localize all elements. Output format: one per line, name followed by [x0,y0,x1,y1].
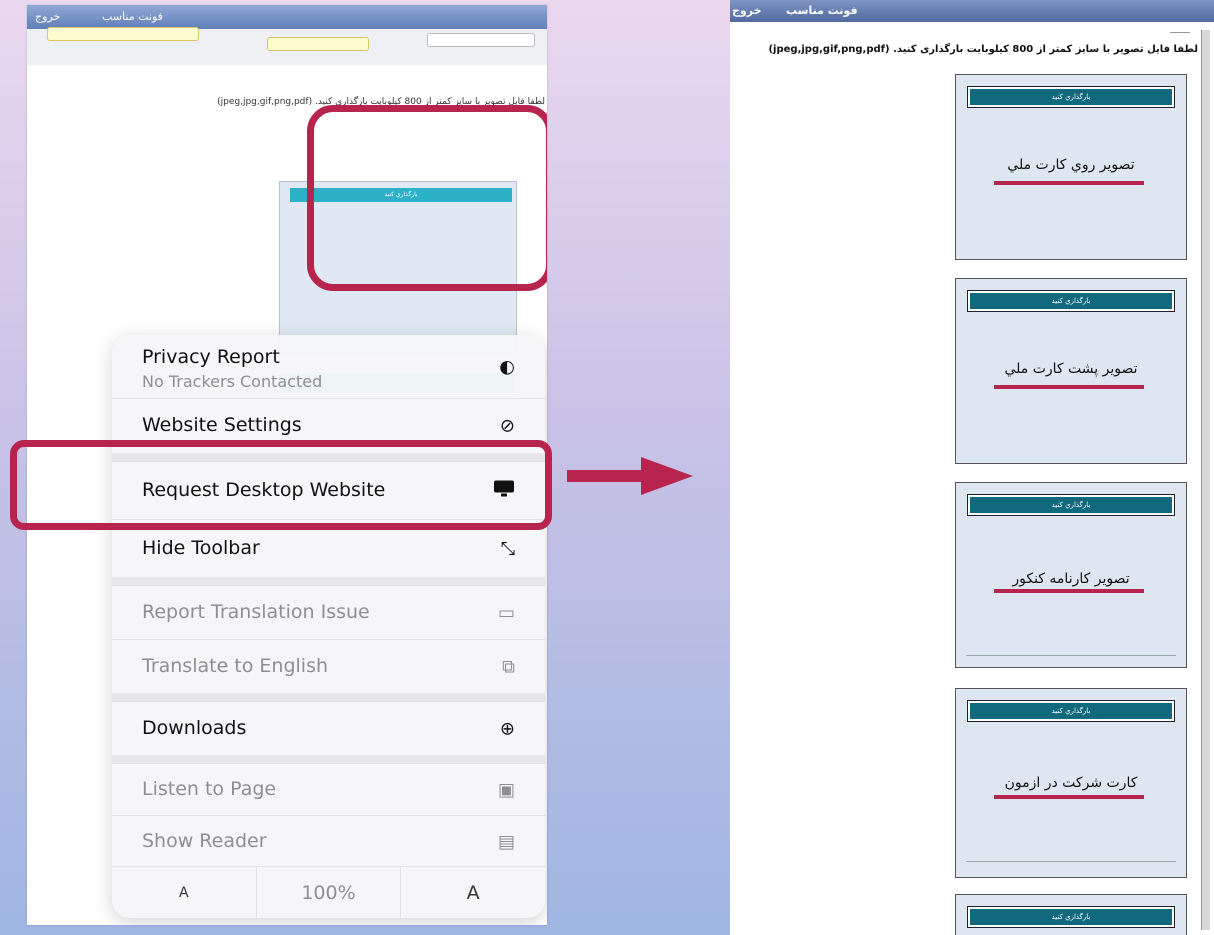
listen-page-label: Listen to Page [142,778,277,800]
report-translation-label: Report Translation Issue [142,601,370,623]
title-underline [994,385,1144,389]
zoom-level: 100% [257,867,402,918]
hide-toolbar-label: Hide Toolbar [142,537,260,559]
menu-downloads[interactable]: Downloads ⊕ [112,701,545,756]
desktop-notice: لطفا فایل تصویر با سایز کمتر از 800 کیلو… [768,44,1198,55]
mobile-exit-link[interactable]: خروج [35,10,60,23]
upload-card: بارگذاري كنيد تصوير روي كارت ملي [955,74,1187,260]
menu-privacy-report[interactable]: Privacy Report No Trackers Contacted ◐ [112,335,545,398]
upload-button[interactable]: بارگذاري كنيد [968,291,1174,311]
mobile-input-1[interactable] [47,27,199,41]
title-underline [994,795,1144,799]
desktop-scrollbar[interactable] [1201,30,1210,930]
upload-button[interactable]: بارگذاري كنيد [968,495,1174,515]
zoom-in-button[interactable]: A [401,867,545,918]
menu-listen-page[interactable]: Listen to Page ▣ [112,763,545,816]
highlight-request-desktop [10,440,552,530]
zoom-out-button[interactable]: A [112,867,257,918]
reader-icon: ▤ [497,831,515,852]
card-title: تصوير پشت كارت ملي [1004,361,1138,377]
title-underline [994,181,1144,185]
upload-button[interactable]: بارگذاري كنيد [968,87,1174,107]
desktop-small-field [1170,26,1190,33]
desktop-font-link[interactable]: فونت مناسب [786,4,858,17]
privacy-report-sublabel: No Trackers Contacted [142,372,323,391]
speaker-icon: ▣ [497,779,515,801]
zoom-controls: A 100% A [112,866,545,918]
show-reader-label: Show Reader [142,830,267,852]
gauge-icon: ⊘ [499,415,515,437]
arrows-icon: ⤡ [500,538,515,560]
upload-card: بارگذاري كنيد كارت شركت در ازمون [955,688,1187,878]
menu-report-translation[interactable]: Report Translation Issue ▭ [112,585,545,640]
downloads-label: Downloads [142,717,247,739]
arrow-right-icon [567,457,693,495]
safari-page-menu: Privacy Report No Trackers Contacted ◐ W… [112,335,545,918]
menu-separator [112,693,545,701]
upload-card: بارگذاري كنيد تصوير كارنامه كنكور [955,482,1187,668]
privacy-report-label: Privacy Report [142,346,280,368]
card-title: تصوير كارنامه كنكور [1012,571,1130,587]
translate-english-label: Translate to English [142,655,329,677]
mobile-email-field[interactable] [427,33,535,47]
speech-bubble-icon: ▭ [497,602,515,624]
translate-icon: ⧉ [502,656,515,678]
highlight-upload-card [307,105,547,291]
card-title: كارت شركت در ازمون [1004,775,1138,791]
website-settings-label: Website Settings [142,414,302,436]
menu-translate-english[interactable]: Translate to English ⧉ [112,639,545,694]
mobile-font-link[interactable]: فونت مناسب [102,10,163,23]
title-underline [994,589,1144,593]
card-footer-line [966,655,1176,656]
upload-card: بارگذاري كنيد تصوير پشت كارت ملي [955,278,1187,464]
card-title: تصوير روي كارت ملي [1007,157,1135,173]
menu-separator [112,577,545,585]
desktop-header-bar: خروج فونت مناسب [730,0,1214,22]
mobile-input-2[interactable] [267,37,369,51]
desktop-screenshot: خروج فونت مناسب لطفا فایل تصویر با سایز … [730,0,1214,935]
mobile-header-bar: خروج فونت مناسب [27,5,547,29]
mobile-form-row [27,27,547,66]
download-icon: ⊕ [499,718,515,740]
menu-show-reader[interactable]: Show Reader ▤ [112,815,545,867]
desktop-exit-link[interactable]: خروج [732,4,762,17]
upload-button[interactable]: بارگذاري كنيد [968,907,1174,927]
upload-card: بارگذاري كنيد [955,894,1187,935]
shield-icon: ◐ [499,356,515,377]
menu-separator [112,755,545,763]
upload-button[interactable]: بارگذاري كنيد [968,701,1174,721]
card-footer-line [966,861,1176,862]
